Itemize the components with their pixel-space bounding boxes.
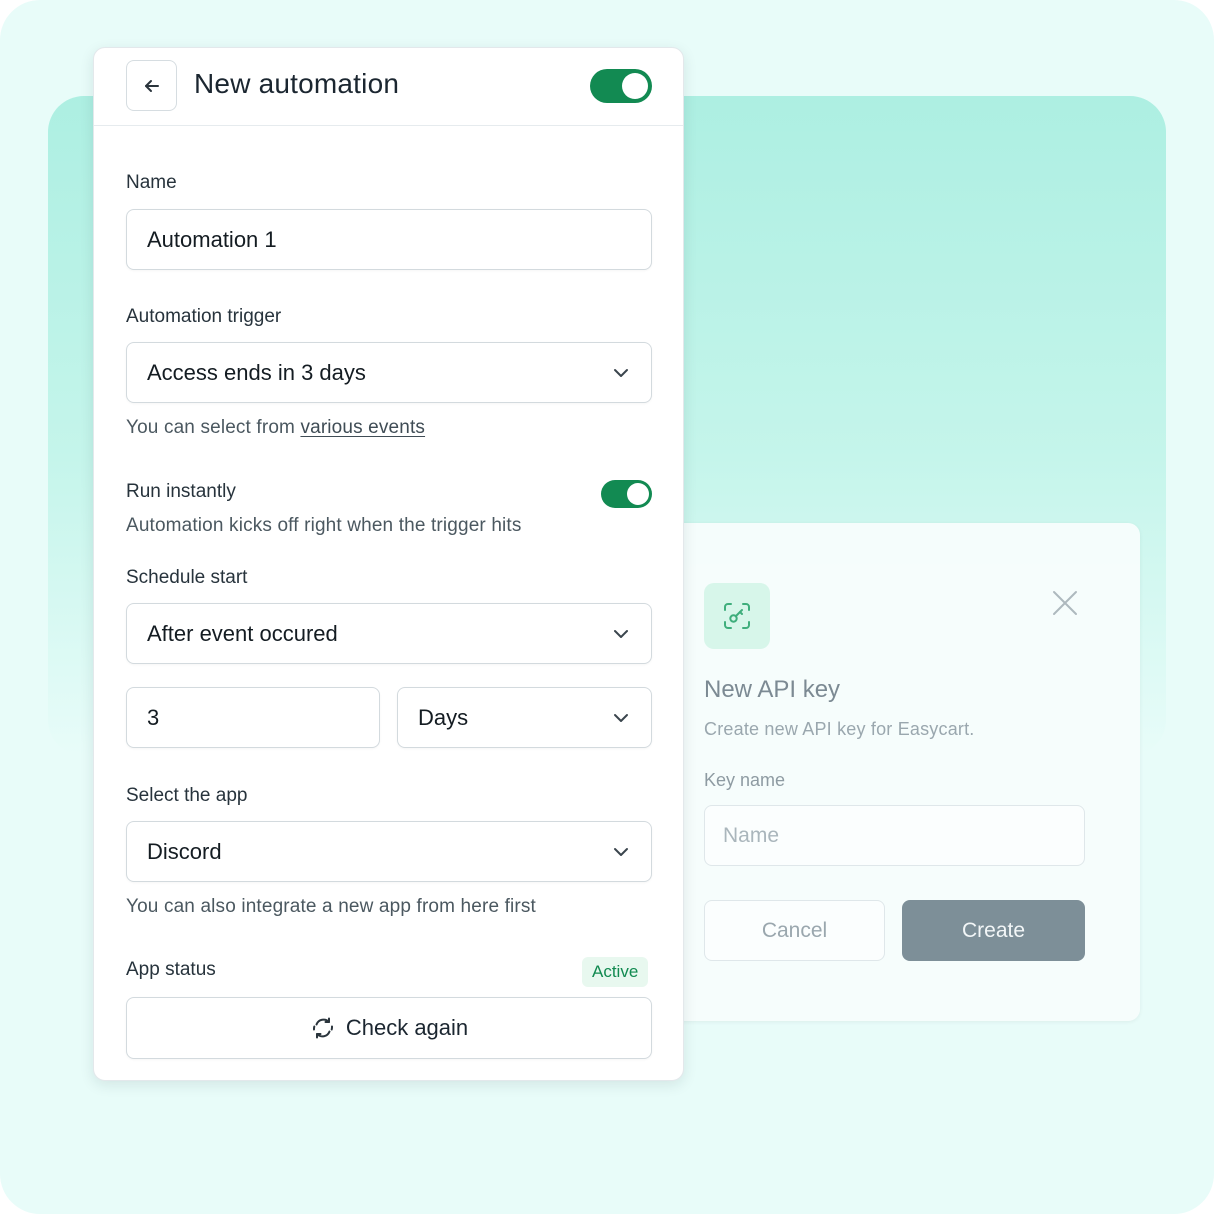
chevron-down-icon <box>611 708 631 728</box>
create-button[interactable]: Create <box>902 900 1085 961</box>
delay-amount-input[interactable]: 3 <box>126 687 380 748</box>
schedule-start-select[interactable]: After event occured <box>126 603 652 664</box>
schedule-start-value: After event occured <box>147 620 338 646</box>
run-instantly-label: Run instantly <box>126 481 236 502</box>
close-icon <box>1053 591 1077 615</box>
arrow-left-icon <box>144 79 159 92</box>
check-again-button[interactable]: Check again <box>126 997 652 1059</box>
api-dialog-title: New API key <box>704 676 841 703</box>
trigger-helper: You can select from various events <box>126 417 425 439</box>
trigger-helper-text: You can select from <box>126 417 301 438</box>
app-helper: You can also integrate a new app from he… <box>126 896 536 917</box>
api-dialog-subtitle: Create new API key for Easycart. <box>704 719 975 739</box>
check-again-label: Check again <box>345 1015 469 1040</box>
automation-enabled-toggle[interactable] <box>590 69 652 103</box>
canvas: New API key Create new API key for Easyc… <box>0 0 1214 1214</box>
status-badge: Active <box>582 957 649 987</box>
app-select-value: Discord <box>147 838 222 864</box>
name-label: Name <box>126 172 177 193</box>
select-app-label: Select the app <box>126 785 248 806</box>
toggle-knob <box>627 483 649 505</box>
back-button[interactable] <box>126 60 177 111</box>
toggle-knob <box>622 73 648 99</box>
schedule-start-label: Schedule start <box>126 567 248 588</box>
delay-unit-select[interactable]: Days <box>397 687 652 748</box>
panel-header: New automation <box>94 48 683 126</box>
app-status-label: App status <box>126 959 216 980</box>
key-name-input[interactable] <box>704 805 1085 866</box>
app-select[interactable]: Discord <box>126 821 652 882</box>
trigger-select[interactable]: Access ends in 3 days <box>126 342 652 403</box>
delay-unit-value: Days <box>418 704 469 730</box>
run-instantly-helper: Automation kicks off right when the trig… <box>126 515 522 536</box>
delay-amount-value: 3 <box>147 704 160 730</box>
cancel-button[interactable]: Cancel <box>704 900 885 961</box>
chevron-down-icon <box>611 363 631 383</box>
key-name-label: Key name <box>704 770 786 790</box>
trigger-label: Automation trigger <box>126 306 282 327</box>
name-input[interactable]: Automation 1 <box>126 209 652 270</box>
automation-panel: New automation Name Automation 1 Automat… <box>93 47 684 1081</box>
chevron-down-icon <box>611 624 631 644</box>
api-key-dialog: New API key Create new API key for Easyc… <box>640 523 1140 1021</box>
page-title: New automation <box>194 68 400 99</box>
trigger-select-value: Access ends in 3 days <box>147 359 366 385</box>
refresh-icon <box>312 1017 333 1039</box>
name-input-value: Automation 1 <box>147 226 277 252</box>
close-button[interactable] <box>1050 588 1080 618</box>
api-icon-tile <box>704 583 770 649</box>
run-instantly-toggle[interactable] <box>601 480 652 508</box>
scan-key-icon <box>724 603 750 629</box>
various-events-link[interactable]: various events <box>300 417 425 438</box>
chevron-down-icon <box>611 842 631 862</box>
